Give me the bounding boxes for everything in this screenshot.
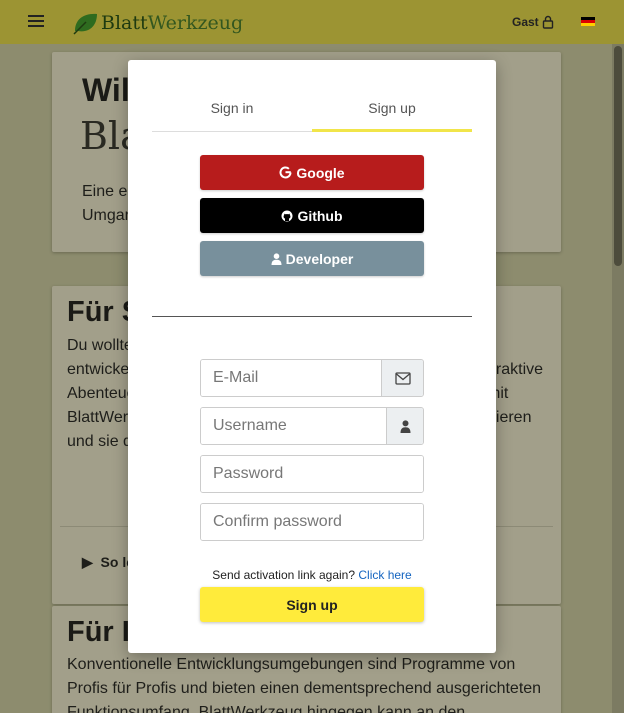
github-signup-button[interactable]: Github xyxy=(200,198,424,233)
confirm-password-field xyxy=(200,503,424,541)
logo-text: BlattWerkzeug xyxy=(101,12,243,34)
welcome-text-line: Umgar xyxy=(82,207,131,224)
password-field xyxy=(200,455,424,493)
scrollbar-thumb[interactable] xyxy=(614,46,622,266)
github-icon xyxy=(281,210,293,221)
auth-tabs: Sign in Sign up xyxy=(152,90,472,132)
logo-text-werkzeug: Werkzeug xyxy=(147,12,244,34)
resend-link[interactable]: Click here xyxy=(358,568,411,582)
google-icon xyxy=(279,166,292,179)
resend-activation: Send activation link again? Click here xyxy=(200,568,424,582)
welcome-text: Eine ei Umgar xyxy=(82,180,131,228)
developer-label: Developer xyxy=(285,250,354,267)
teachers-text-line: Konventionelle Entwicklungsumgebungen si… xyxy=(67,656,516,673)
google-signup-button[interactable]: Google xyxy=(200,155,424,190)
logo[interactable]: BlattWerkzeug xyxy=(72,10,243,36)
confirm-password-input[interactable] xyxy=(201,504,423,540)
teachers-text: Konventionelle Entwicklungsumgebungen si… xyxy=(67,653,547,713)
user-icon xyxy=(386,408,423,444)
lock-icon xyxy=(542,15,553,29)
sign-up-button[interactable]: Sign up xyxy=(200,587,424,622)
details-toggle[interactable]: ▶ So le xyxy=(82,554,134,571)
developer-signup-button[interactable]: Developer xyxy=(200,241,424,276)
teachers-text-line: Profis für Profis und bieten einen demen… xyxy=(67,680,542,697)
welcome-text-line: Eine ei xyxy=(82,183,131,200)
email-input[interactable] xyxy=(201,360,381,396)
welcome-heading: Wil xyxy=(82,72,130,108)
user-label: Gast xyxy=(512,15,539,29)
username-input[interactable] xyxy=(201,408,386,444)
navbar: BlattWerkzeug Gast xyxy=(0,0,624,44)
section-divider xyxy=(152,316,472,317)
username-field xyxy=(200,407,424,445)
github-label: Github xyxy=(297,207,343,224)
auth-dialog: Sign in Sign up Google Github Developer xyxy=(128,60,496,653)
resend-text: Send activation link again? xyxy=(212,568,356,582)
logo-text-blatt: Blatt xyxy=(101,12,148,34)
leaf-icon xyxy=(73,13,97,35)
envelope-icon xyxy=(381,360,423,396)
tab-sign-in[interactable]: Sign in xyxy=(152,90,312,131)
page-scrollbar[interactable] xyxy=(612,44,624,713)
user-icon xyxy=(271,252,282,265)
teachers-text-line: Funktionsumfang. BlattWerkzeug hingegen … xyxy=(67,704,466,713)
menu-icon[interactable] xyxy=(28,15,44,29)
password-input[interactable] xyxy=(201,456,423,492)
tab-sign-up[interactable]: Sign up xyxy=(312,90,472,132)
email-field xyxy=(200,359,424,397)
google-label: Google xyxy=(296,164,345,181)
user-menu[interactable]: Gast xyxy=(512,15,554,29)
german-flag-icon[interactable] xyxy=(581,17,595,26)
teachers-heading: Für I xyxy=(67,616,130,648)
